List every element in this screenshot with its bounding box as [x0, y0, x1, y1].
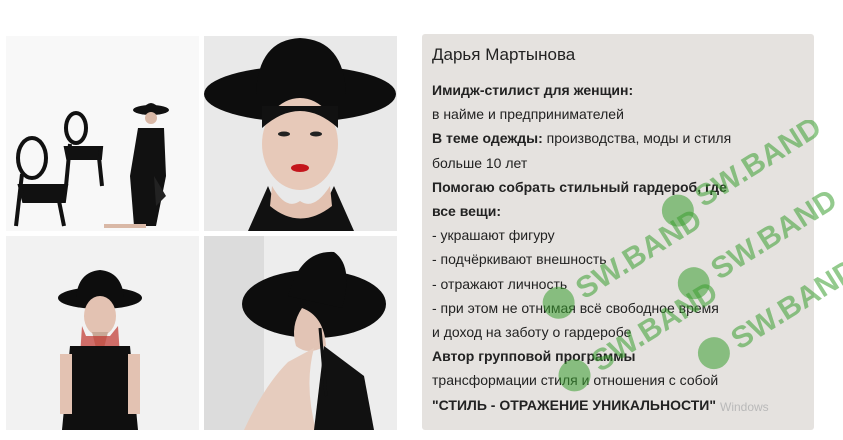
desc-line: - украшают фигуру [432, 227, 555, 244]
desc-line: Автор групповой программы [432, 348, 636, 365]
windows-activation-watermark: Windows [720, 400, 769, 414]
stylist-info-card: Дарья Мартынова Имидж-стилист для женщин… [422, 34, 814, 430]
desc-line: - при этом не отнимая всё свободное врем… [432, 299, 719, 316]
desc-line: все вещи: [432, 203, 502, 220]
photo-woman-standing-hat [6, 236, 199, 430]
desc-line: В теме одежды: производства, моды и стил… [432, 130, 732, 147]
photo-woman-profile-hat [204, 236, 397, 430]
stylist-description: Имидж-стилист для женщин: в найме и пред… [432, 78, 804, 417]
photo-woman-seated-chairs [6, 36, 199, 231]
desc-line: в найме и предпринимателей [432, 106, 624, 123]
desc-line: - отражают личность [432, 275, 568, 292]
desc-line: Помогаю собрать стильный гардероб, где [432, 178, 727, 195]
photo-woman-portrait-hat [204, 36, 397, 231]
desc-line: - подчёркивают внешность [432, 251, 607, 268]
desc-line: больше 10 лет [432, 154, 528, 171]
stylist-name: Дарья Мартынова [432, 45, 576, 64]
desc-line: Имидж-стилист для женщин: [432, 82, 634, 98]
desc-line: трансформации стиля и отношения с собой [432, 372, 719, 389]
desc-line: и доход на заботу о гардеробе [432, 324, 632, 341]
